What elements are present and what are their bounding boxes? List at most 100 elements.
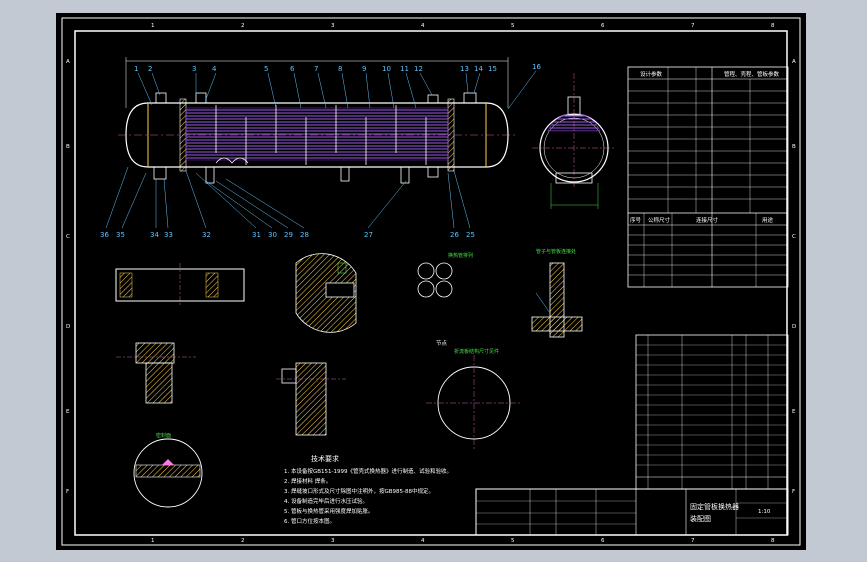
drawing-scale: 1:10 — [758, 509, 771, 515]
callout-label: 8 — [338, 65, 342, 73]
zone-col-label: 4 — [421, 538, 425, 544]
saddle-left — [205, 166, 215, 184]
detail-flange — [295, 253, 357, 333]
zone-col-label: 2 — [241, 538, 245, 544]
seal-label: 密封面 — [156, 432, 171, 439]
drawing-subtitle: 装配图 — [690, 514, 711, 523]
callout-label: 31 — [252, 231, 261, 239]
zone-col-label: 3 — [331, 538, 335, 544]
zone-col-label: 3 — [331, 23, 335, 29]
nozzle-table-header: 序号 — [630, 216, 642, 224]
tech-note-line: 4. 设备制造完毕后进行水压试验。 — [284, 497, 368, 505]
callout-label: 6 — [290, 65, 295, 73]
zone-col-label: 6 — [601, 23, 605, 29]
nozzle-top-channel — [463, 92, 477, 104]
callout-label: 29 — [284, 231, 293, 239]
zone-columns-top: 1 2 3 4 5 6 7 8 — [151, 23, 775, 29]
zone-rows-right: A B C D E F — [792, 59, 796, 495]
callout-label: 4 — [212, 65, 217, 73]
zone-col-label: 5 — [511, 538, 515, 544]
parts-list — [635, 334, 789, 490]
zone-col-label: 7 — [691, 538, 695, 544]
tech-note-line: 2. 焊接材料 焊条。 — [284, 477, 331, 485]
callout-label: 7 — [314, 65, 318, 73]
technical-notes: 技术要求 1. 本设备按GB151-1999《管壳式换热器》进行制造、试验和验收… — [284, 454, 452, 525]
callout-label: 36 — [100, 231, 109, 239]
callout-label: 5 — [264, 65, 268, 73]
detail-gasket: 密封面 — [133, 432, 203, 508]
tech-table-header: 管程、壳程、管板参数 — [724, 70, 780, 78]
callout-label: 2 — [148, 65, 152, 73]
callouts-bottom — [105, 166, 471, 229]
zone-row-label: A — [792, 59, 796, 65]
callout-label: 26 — [450, 231, 459, 239]
nozzle-table-header: 用途 — [762, 216, 774, 224]
saddle-right — [400, 166, 410, 184]
callout-label: 12 — [414, 65, 423, 73]
zone-col-label: 1 — [151, 538, 155, 544]
tech-table-header: 设计参数 — [640, 70, 663, 78]
detail-tube-arrangement: 换热管排列 — [417, 252, 473, 298]
detail-nozzle-joint — [116, 342, 196, 404]
callout-label: 11 — [400, 65, 409, 73]
title-block: 固定管板换热器 装配图 1:10 — [475, 488, 789, 536]
detail-baffle — [115, 263, 245, 307]
nozzle-bottom-left — [153, 166, 167, 180]
callout-label: 1 — [134, 65, 138, 73]
saddle-mid — [340, 166, 350, 182]
callout-label: 30 — [268, 231, 277, 239]
nozzle-bottom-right — [427, 166, 439, 178]
callout-label: 14 — [474, 65, 483, 73]
detail-section-circle: 折流板结构尺寸见件 节点 — [426, 339, 522, 451]
zone-row-label: D — [792, 324, 796, 330]
tech-data-table: 设计参数 管程、壳程、管板参数 序号 公称尺寸 连接尺寸 用途 — [627, 66, 789, 288]
callout-label: 32 — [202, 231, 211, 239]
end-section-view — [532, 73, 616, 209]
tube-arrangement-label: 换热管排列 — [448, 252, 473, 259]
section-label: 节点 — [436, 339, 448, 347]
zone-col-label: 7 — [691, 23, 695, 29]
zone-col-label: 1 — [151, 23, 155, 29]
callout-labels-bottom: 36 35 34 33 32 31 30 29 28 27 26 25 — [100, 231, 475, 239]
nozzle-table-header: 连接尺寸 — [696, 216, 719, 224]
callout-label: 3 — [192, 65, 196, 73]
tech-note-line: 3. 焊缝坡口形式及尺寸除图中注明外，按GB985-88中规定。 — [284, 487, 434, 495]
zone-row-label: C — [66, 234, 70, 240]
zone-row-label: B — [66, 144, 70, 150]
zone-row-label: E — [66, 409, 70, 415]
zone-rows-left: A B C D E F — [66, 59, 70, 495]
callout-label: 34 — [150, 231, 159, 239]
callout-label: 25 — [466, 231, 475, 239]
drawing-title: 固定管板换热器 — [690, 502, 739, 511]
callout-label: 10 — [382, 65, 391, 73]
callout-label: 27 — [364, 231, 373, 239]
zone-col-label: 8 — [771, 538, 775, 544]
zone-row-label: A — [66, 59, 70, 65]
zone-col-label: 2 — [241, 23, 245, 29]
detail-expansion-weld — [276, 362, 346, 436]
zone-row-label: F — [66, 489, 69, 495]
zone-row-label: F — [792, 489, 795, 495]
assembly-drawing: 1 2 3 4 5 6 7 8 1 2 3 4 5 6 7 8 A B C D … — [61, 17, 801, 546]
callout-label: 28 — [300, 231, 309, 239]
zone-col-label: 5 — [511, 23, 515, 29]
zone-columns-bottom: 1 2 3 4 5 6 7 8 — [151, 538, 775, 544]
callout-labels-top: 1 2 3 4 5 6 7 8 9 10 11 12 13 14 15 16 — [134, 63, 541, 73]
cad-viewport[interactable]: 1 2 3 4 5 6 7 8 1 2 3 4 5 6 7 8 A B C D … — [56, 13, 806, 550]
tech-notes-title: 技术要求 — [311, 454, 339, 463]
tech-note-line: 1. 本设备按GB151-1999《管壳式换热器》进行制造、试验和验收。 — [284, 467, 452, 475]
nozzle-table-header: 公称尺寸 — [648, 216, 671, 224]
zone-col-label: 8 — [771, 23, 775, 29]
weld-detail-label: 管子与管板连接处 — [536, 248, 576, 255]
callout-label: 13 — [460, 65, 469, 73]
tech-note-line: 6. 管口方位按本图。 — [284, 517, 335, 525]
nozzle-top-left — [155, 92, 167, 104]
callout-label: 9 — [362, 65, 366, 73]
callout-label: 16 — [532, 63, 541, 71]
detail-tubesheet-weld: 管子与管板连接处 — [531, 248, 583, 338]
nozzle-top-shell — [195, 92, 207, 104]
zone-col-label: 4 — [421, 23, 425, 29]
callout-label: 35 — [116, 231, 125, 239]
zone-row-label: B — [792, 144, 796, 150]
callout-label: 33 — [164, 231, 173, 239]
